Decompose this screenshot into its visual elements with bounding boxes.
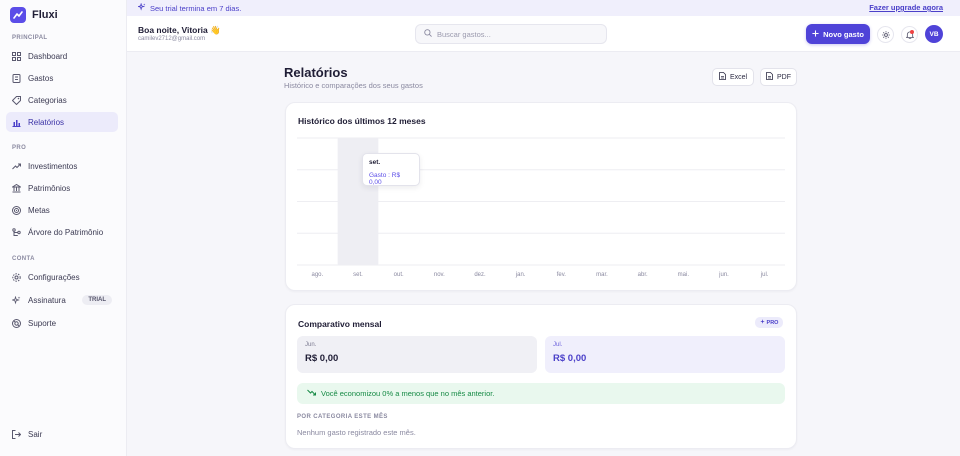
current-month-box: Jul. R$ 0,00 [545,336,785,373]
category-empty-message: Nenhum gasto registrado este mês. [297,428,416,437]
comparison-title: Comparativo mensal [298,319,382,329]
chart-x-tick-label: set. [353,272,363,278]
chart-x-tick-label: mar. [596,272,608,278]
savings-text: Você economizou 0% a menos que no mês an… [321,389,495,398]
chart-x-tick-label: jul. [760,272,769,278]
sparkle-icon [759,319,765,326]
tooltip-month: set. [369,159,381,166]
tooltip-value: Gasto : R$ 0,00 [369,172,401,186]
savings-alert: Você economizou 0% a menos que no mês an… [297,383,785,404]
trend-down-icon [307,389,316,398]
pro-badge-label: PRO [766,319,779,326]
chart-x-tick-label: fev. [557,272,567,278]
chart-x-tick-label: abr. [638,272,648,278]
current-month-label: Jul. [553,342,563,348]
current-month-value: R$ 0,00 [553,353,587,364]
chart-x-tick-label: nov. [434,272,445,278]
previous-month-label: Jun. [305,342,317,348]
pro-badge: PRO [755,317,783,328]
chart-x-tick-label: jan. [515,272,526,278]
chart-x-tick-label: out. [394,272,404,278]
chart-tooltip: set. Gasto : R$ 0,00 [362,153,420,186]
chart-x-tick-label: ago. [311,272,323,278]
chart-x-tick-label: jun. [718,272,729,278]
chart-x-tick-label: dez. [474,272,486,278]
chart-x-tick-label: mai. [678,272,690,278]
previous-month-value: R$ 0,00 [305,353,339,364]
previous-month-box: Jun. R$ 0,00 [297,336,537,373]
category-section-label: POR CATEGORIA ESTE MÊS [297,414,388,420]
